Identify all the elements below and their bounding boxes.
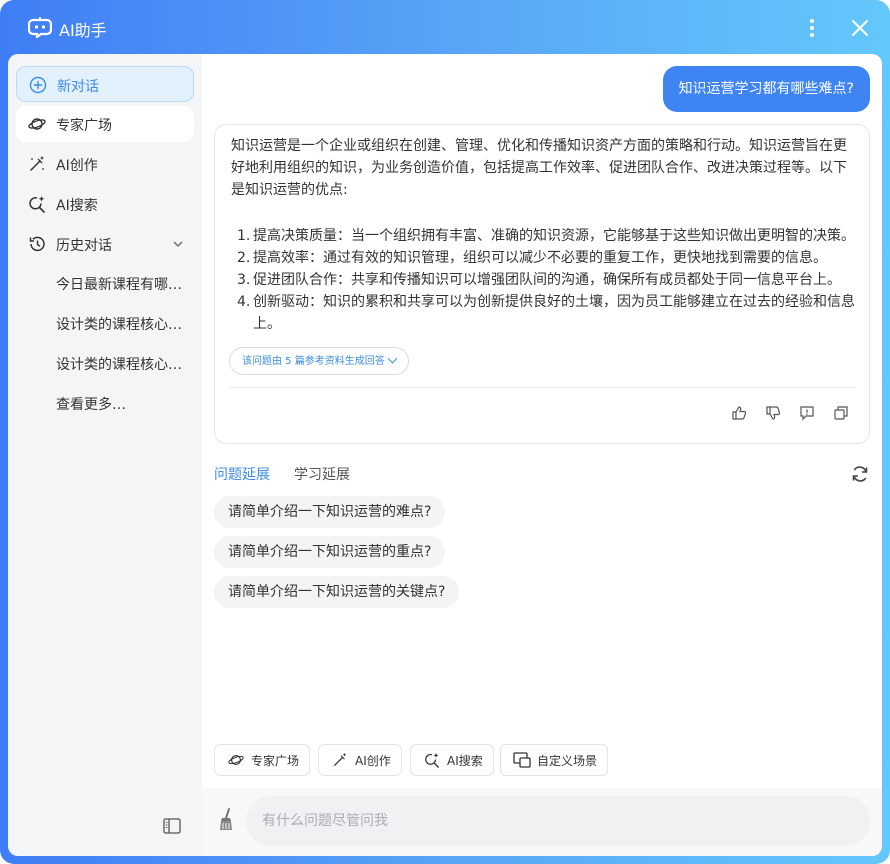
magic-wand-icon	[30, 156, 44, 171]
chat-panel: 知识运营学习都有哪些难点? 知识运营是一个企业或组织在创建、管理、优化和传播知识…	[202, 54, 882, 856]
app-window: AI助手 新对话 专家广场 AI创作 AI搜索 历史对话 今日最新课程有哪… 设…	[0, 0, 890, 864]
tab-question-extend[interactable]: 问题延展	[214, 464, 270, 484]
user-message: 知识运营学习都有哪些难点?	[662, 66, 870, 112]
answer-card: 知识运营是一个企业或组织在创建、管理、优化和传播知识资产方面的策略和行动。知识运…	[214, 124, 870, 444]
sidebar-item-label: 历史对话	[56, 238, 112, 254]
planet-icon	[28, 118, 46, 130]
suggestion-item[interactable]: 请简单介绍一下知识运营的难点?	[214, 496, 446, 528]
plus-circle-icon	[29, 76, 47, 94]
list-number: 1.	[237, 228, 251, 244]
list-number: 2.	[237, 250, 251, 266]
thumbs-up-icon[interactable]	[731, 405, 747, 421]
answer-list: 1. 提高决策质量：当一个组织拥有丰富、准确的知识资源，它能够基于这些知识做出更…	[231, 225, 861, 335]
list-text: 促进团队合作：共享和传播知识可以增强团队间的沟通，确保所有成员都处于同一信息平台…	[253, 272, 841, 288]
chip-label: 自定义场景	[537, 754, 598, 768]
expert-chip[interactable]: 专家广场	[214, 744, 310, 776]
custom-scene-chip[interactable]: 自定义场景	[500, 744, 608, 776]
history-icon	[29, 236, 45, 252]
robot-logo-icon	[28, 17, 52, 38]
sidebar: 新对话 专家广场 AI创作 AI搜索 历史对话 今日最新课程有哪… 设计类的课程…	[8, 54, 202, 856]
list-item: 4. 创新驱动：知识的累积和共享可以为创新提供良好的土壤，因为员工能够建立在过去…	[231, 291, 861, 335]
list-item: 2. 提高效率：通过有效的知识管理，组织可以减少不必要的重复工作，更快地找到需要…	[231, 247, 861, 269]
sidebar-toggle-icon[interactable]	[163, 818, 181, 834]
history-item[interactable]: 今日最新课程有哪…	[56, 274, 190, 296]
list-item: 1. 提高决策质量：当一个组织拥有丰富、准确的知识资源，它能够基于这些知识做出更…	[231, 225, 861, 247]
list-number: 3.	[237, 272, 251, 288]
references-toggle[interactable]: 该问题由 5 篇参考资料生成回答	[229, 347, 409, 375]
tab-learning-extend[interactable]: 学习延展	[294, 464, 350, 484]
broom-icon[interactable]	[216, 808, 236, 832]
divider	[229, 387, 855, 388]
chevron-down-icon	[387, 353, 398, 364]
feedback-icon[interactable]	[799, 405, 815, 421]
sidebar-item-history[interactable]: 历史对话	[16, 226, 194, 262]
chip-label: 专家广场	[251, 754, 300, 768]
magic-wand-icon	[334, 753, 346, 766]
list-item: 3. 促进团队合作：共享和传播知识可以增强团队间的沟通，确保所有成员都处于同一信…	[231, 269, 861, 291]
chip-label: AI创作	[355, 754, 391, 768]
ai-search-chip[interactable]: AI搜索	[410, 744, 494, 776]
chevron-down-icon	[173, 241, 183, 247]
suggestion-item[interactable]: 请简单介绍一下知识运营的重点?	[214, 536, 446, 568]
refresh-icon[interactable]	[850, 464, 870, 484]
history-item[interactable]: 设计类的课程核心…	[56, 354, 190, 376]
history-item[interactable]: 设计类的课程核心…	[56, 314, 190, 336]
chip-label: AI搜索	[447, 754, 483, 768]
new-chat-button[interactable]: 新对话	[16, 66, 194, 102]
list-text: 提高效率：通过有效的知识管理，组织可以减少不必要的重复工作，更快地找到需要的信息…	[253, 250, 827, 266]
input-area	[202, 788, 882, 856]
list-text: 提高决策质量：当一个组织拥有丰富、准确的知识资源，它能够基于这些知识做出更明智的…	[253, 228, 855, 244]
title-bar: AI助手	[0, 0, 890, 54]
sidebar-item-expert[interactable]: 专家广场	[16, 106, 194, 142]
suggestion-item[interactable]: 请简单介绍一下知识运营的关键点?	[214, 576, 460, 608]
sparkle-search-icon	[29, 196, 45, 213]
list-text: 创新驱动：知识的累积和共享可以为创新提供良好的土壤，因为员工能够建立在过去的经验…	[253, 294, 855, 332]
thumbs-down-icon[interactable]	[765, 405, 781, 421]
more-vertical-icon[interactable]	[801, 16, 823, 40]
close-icon[interactable]	[848, 16, 872, 40]
app-title: AI助手	[59, 21, 107, 40]
ai-create-chip[interactable]: AI创作	[318, 744, 402, 776]
see-more-link[interactable]: 查看更多…	[56, 394, 190, 416]
new-chat-label: 新对话	[57, 79, 99, 95]
references-label: 该问题由 5 篇参考资料生成回答	[242, 356, 385, 367]
custom-scene-icon	[513, 752, 531, 768]
answer-intro: 知识运营是一个企业或组织在创建、管理、优化和传播知识资产方面的策略和行动。知识运…	[231, 138, 847, 198]
chat-input[interactable]	[246, 796, 870, 846]
sparkle-search-icon	[425, 752, 439, 768]
sidebar-item-ai-create[interactable]: AI创作	[16, 146, 194, 182]
sidebar-item-label: 专家广场	[56, 118, 112, 134]
list-number: 4.	[237, 294, 251, 310]
sidebar-item-ai-search[interactable]: AI搜索	[16, 186, 194, 222]
planet-icon	[228, 754, 244, 766]
copy-icon[interactable]	[833, 405, 849, 421]
sidebar-item-label: AI创作	[56, 158, 98, 174]
sidebar-item-label: AI搜索	[56, 198, 98, 214]
